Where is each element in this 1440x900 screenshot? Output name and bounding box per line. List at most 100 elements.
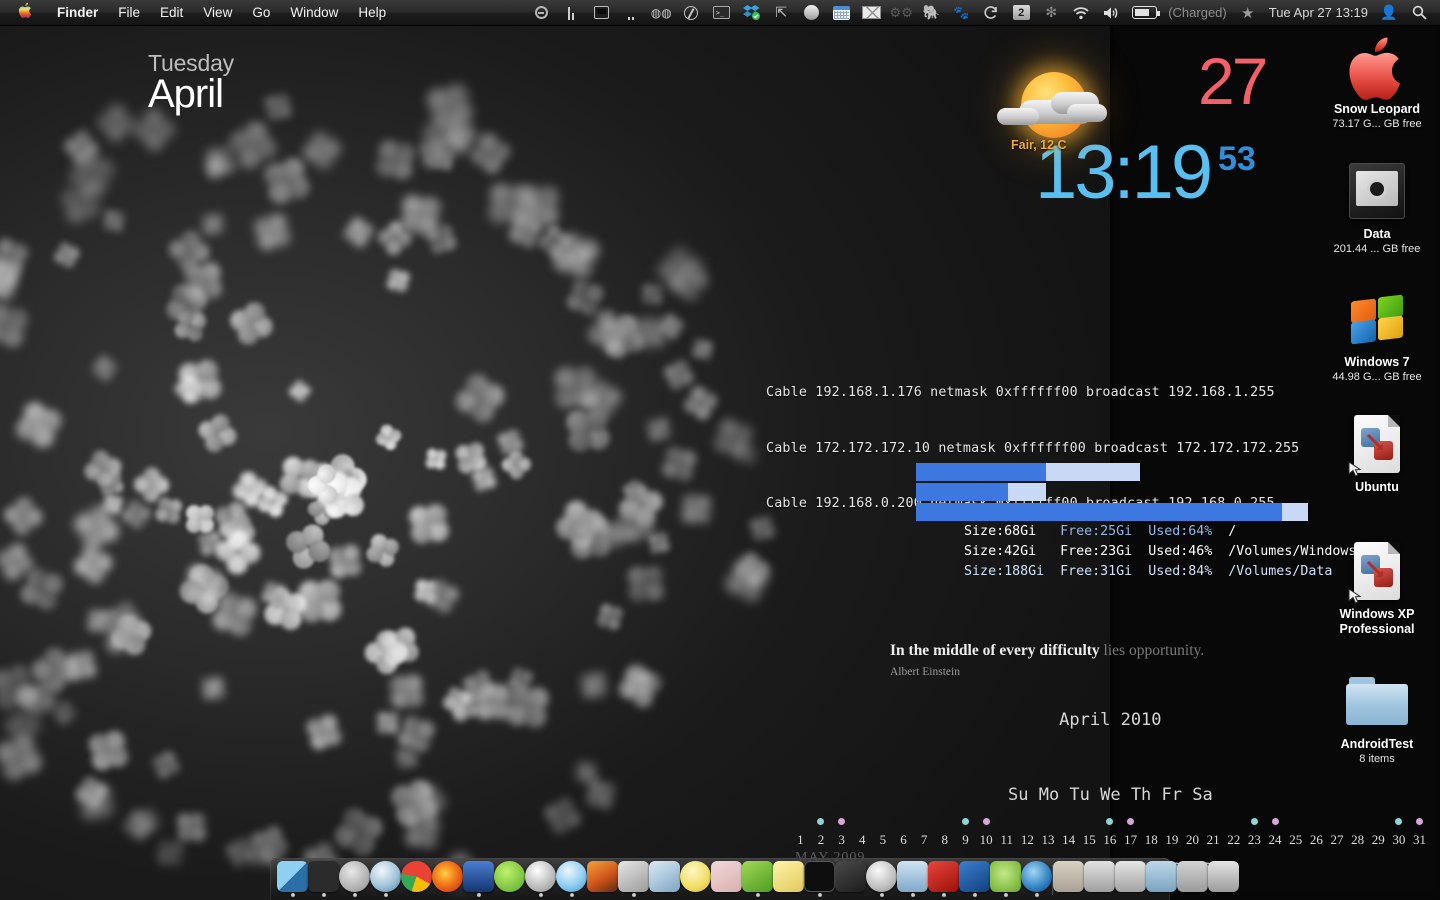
apple-logo-icon[interactable] <box>18 2 33 23</box>
dock-item-cyberduck[interactable] <box>1021 858 1052 898</box>
dock-item-itunes[interactable] <box>556 858 587 898</box>
scanner-icon[interactable]: ⇱ <box>766 2 796 24</box>
dock-item-google-chrome[interactable] <box>401 858 432 898</box>
dock-item-msn-messenger[interactable] <box>494 858 525 898</box>
clover-petal <box>731 438 764 471</box>
dock-item-adobe-reader[interactable] <box>928 858 959 898</box>
system-preferences-icon <box>339 861 370 892</box>
battery-status-text: (Charged) <box>1162 5 1233 20</box>
dock-item-pictures-stack[interactable] <box>1146 858 1177 898</box>
dock-item-safari[interactable] <box>370 858 401 898</box>
dock-item-image-capture[interactable] <box>618 858 649 898</box>
wifi-icon[interactable] <box>1066 2 1096 24</box>
gears-icon[interactable]: ⚙⚙ <box>886 2 916 24</box>
dock-item-firefox[interactable] <box>432 858 463 898</box>
dock-item-finder[interactable] <box>277 858 308 898</box>
google-chrome-icon <box>401 861 432 892</box>
applications-stack-icon <box>1053 861 1084 892</box>
spaces-indicator[interactable]: 2 <box>1006 2 1036 24</box>
dock-item-adium[interactable] <box>463 858 494 898</box>
event-dot-pink <box>1127 818 1134 825</box>
desktop-icon-snow-leopard[interactable]: Snow Leopard 73.17 G... GB free <box>1317 30 1437 131</box>
daystrip-day: 31 <box>1409 832 1430 848</box>
dock-item-preview[interactable] <box>649 858 680 898</box>
windows-flag-icon <box>1317 283 1437 355</box>
user-icon[interactable]: 👤 <box>1374 2 1404 24</box>
battery-icon[interactable] <box>1126 2 1162 24</box>
daystrip-day: 8 <box>934 832 955 848</box>
dock-item-jdownloader[interactable] <box>959 858 990 898</box>
dock-item-stickies[interactable] <box>773 858 804 898</box>
paw-icon[interactable]: 🐾 <box>946 2 976 24</box>
clover-petal <box>367 417 410 460</box>
widget-month: April <box>148 70 223 118</box>
star-icon[interactable]: ★ <box>1233 2 1263 24</box>
dock-item-dashboard[interactable] <box>308 858 339 898</box>
xcode-icon <box>835 861 866 892</box>
bluetooth-icon[interactable]: ✻ <box>1036 2 1066 24</box>
desktop-icon-ubuntu[interactable]: Ubuntu <box>1317 408 1437 495</box>
equalizer-icon[interactable] <box>556 2 586 24</box>
disk-used-3: Used:84% <box>1148 564 1212 579</box>
daystrip-day: 4 <box>852 832 873 848</box>
sync-icon[interactable] <box>976 2 1006 24</box>
desktop-icon-androidtest[interactable]: AndroidTest 8 items <box>1317 665 1437 766</box>
disk-mount-1: / <box>1228 524 1236 539</box>
desktop-icon-windows7[interactable]: Windows 7 44.98 G... GB free <box>1317 283 1437 384</box>
dots-icon[interactable] <box>616 2 646 24</box>
glasses-icon[interactable]: ◍◍ <box>646 2 676 24</box>
dock-item-android-sdk[interactable] <box>990 858 1021 898</box>
calendar-icon[interactable] <box>826 2 856 24</box>
desktop-icon-windows-xp[interactable]: Windows XP Professional <box>1317 535 1437 637</box>
daystrip-day: 6 <box>893 832 914 848</box>
daystrip-day: 2 <box>811 832 832 848</box>
dropbox-icon[interactable] <box>736 2 766 24</box>
disk-used-2: Used:46% <box>1148 544 1212 559</box>
menu-finder[interactable]: Finder <box>47 3 108 23</box>
desktop-icon-label-line2: Professional <box>1317 622 1437 637</box>
menu-bar[interactable]: Finder File Edit View Go Window Help ◍◍ <box>0 0 1440 26</box>
dock-item-trash[interactable] <box>1208 858 1239 898</box>
mail-icon[interactable] <box>856 2 886 24</box>
dock-running-indicator <box>570 893 574 897</box>
dock-item-system-preferences[interactable] <box>339 858 370 898</box>
dock-item-evernote[interactable] <box>742 858 773 898</box>
display-icon[interactable] <box>586 2 616 24</box>
dock-item-terminal[interactable] <box>804 858 835 898</box>
desktop-icon-data[interactable]: Data 201.44 ... GB free <box>1317 155 1437 256</box>
clover-petal <box>58 642 105 689</box>
dock-item-transmission[interactable] <box>866 858 897 898</box>
daystrip-day: 9 <box>955 832 976 848</box>
volume-icon[interactable] <box>1096 2 1126 24</box>
msn-messenger-icon <box>494 861 525 892</box>
daystrip-day: 12 <box>1017 832 1038 848</box>
dock-item-music-stack[interactable] <box>1177 858 1208 898</box>
music-stack-icon <box>1177 861 1208 892</box>
dock[interactable] <box>270 858 1170 900</box>
dock-item-xcode[interactable] <box>835 858 866 898</box>
event-dot-pink <box>1272 818 1279 825</box>
terminal-icon[interactable]: >_ <box>706 2 736 24</box>
menu-bar-clock[interactable]: Tue Apr 27 13:19 <box>1263 5 1374 20</box>
menu-window[interactable]: Window <box>280 3 348 23</box>
dock-item-documents-stack[interactable] <box>1115 858 1146 898</box>
menu-edit[interactable]: Edit <box>150 3 193 23</box>
menu-go[interactable]: Go <box>242 3 280 23</box>
menu-help[interactable]: Help <box>348 3 396 23</box>
dock-item-downloads-stack[interactable] <box>1084 858 1115 898</box>
menu-file[interactable]: File <box>108 3 150 23</box>
dock-item-iphoto[interactable] <box>587 858 618 898</box>
dock-item-applications-stack[interactable] <box>1053 858 1084 898</box>
droplet-icon[interactable] <box>676 2 706 24</box>
dock-item-ichat[interactable] <box>525 858 556 898</box>
dock-item-parallels[interactable] <box>897 858 928 898</box>
daystrip-day: 24 <box>1265 832 1286 848</box>
record-dot-icon[interactable] <box>526 2 556 24</box>
daystrip-day: 23 <box>1244 832 1265 848</box>
spotlight-search-icon[interactable] <box>1404 2 1434 24</box>
dock-item-adobe-acrobat[interactable] <box>711 858 742 898</box>
circle-icon[interactable] <box>796 2 826 24</box>
evernote-icon[interactable]: 🐘 <box>916 2 946 24</box>
dock-item-idea-bulb[interactable] <box>680 858 711 898</box>
menu-view[interactable]: View <box>193 3 242 23</box>
